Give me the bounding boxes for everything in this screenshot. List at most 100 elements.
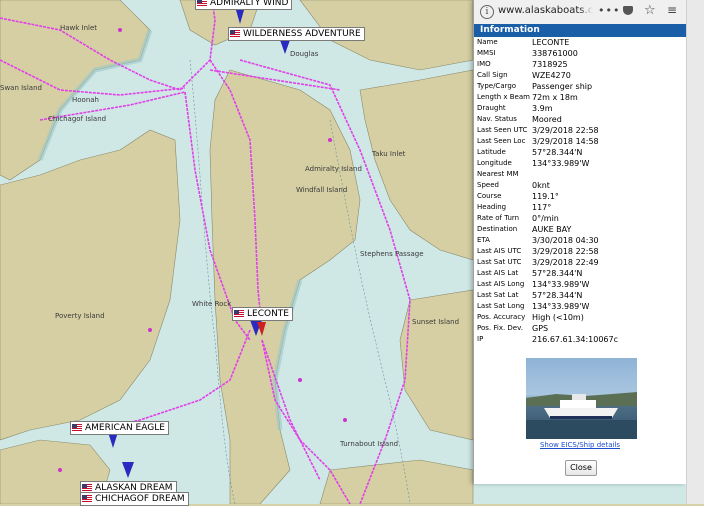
ship-label-text: ADMIRALTY WIND [210, 0, 289, 8]
info-row-value: 72m x 18m [532, 93, 578, 102]
info-row-label: Last AIS Lat [477, 269, 519, 277]
info-row: Last AIS UTC 3/29/2018 22:58 [474, 246, 686, 257]
info-row: IP 216.67.61.34:10067c [474, 334, 686, 345]
info-row-value: 3.9m [532, 104, 553, 113]
info-row-value: 3/29/2018 22:49 [532, 258, 599, 267]
info-row-label: Last Seen UTC [477, 126, 528, 134]
page-scrollbar[interactable] [686, 0, 704, 504]
info-row-label: Type/Cargo [477, 82, 517, 90]
ship-label-text: WILDERNESS ADVENTURE [243, 29, 361, 39]
information-header: Information [474, 24, 686, 37]
site-info-icon[interactable]: i [480, 5, 494, 19]
info-row: Last Sat Long 134°33.989'W [474, 301, 686, 312]
ship-photo[interactable] [526, 358, 637, 439]
info-row-value: 134°33.989'W [532, 302, 590, 311]
info-row: Destination AUKE BAY [474, 224, 686, 235]
us-flag-icon [230, 30, 240, 37]
info-row-value: High (<10m) [532, 313, 584, 322]
info-row-value: 3/29/2018 22:58 [532, 126, 599, 135]
place-label: Poverty Island [55, 312, 105, 320]
info-row: MMSI 338761000 [474, 48, 686, 59]
info-row-label: Draught [477, 104, 506, 112]
info-row: Draught 3.9m [474, 103, 686, 114]
us-flag-icon [197, 0, 207, 6]
info-row-label: IMO [477, 60, 491, 68]
info-row: ETA 3/30/2018 04:30 [474, 235, 686, 246]
info-row: Heading 117° [474, 202, 686, 213]
info-row-value: 3/29/2018 14:58 [532, 137, 599, 146]
info-row-value: 57°28.344'N [532, 148, 583, 157]
info-row-value: 57°28.344'N [532, 291, 583, 300]
bookmark-star-icon[interactable]: ☆ [644, 3, 656, 18]
info-row: Last Sat Lat 57°28.344'N [474, 290, 686, 301]
info-row-value: 117° [532, 203, 552, 212]
info-row: Rate of Turn 0°/min [474, 213, 686, 224]
place-label: Hawk Inlet [60, 24, 98, 32]
us-flag-icon [82, 495, 92, 502]
ship-label-wilderness-adventure[interactable]: WILDERNESS ADVENTURE [228, 27, 365, 41]
ship-photo-image [526, 392, 637, 439]
place-label: Turnabout Island [340, 440, 399, 448]
info-row-label: Rate of Turn [477, 214, 520, 222]
info-row-value: 0°/min [532, 214, 559, 223]
pocket-icon[interactable] [623, 6, 633, 15]
info-row: Course 119.1° [474, 191, 686, 202]
info-row-value: 338761000 [532, 49, 578, 58]
ship-label-text: LECONTE [247, 309, 289, 319]
info-row: Nav. Status Moored [474, 114, 686, 125]
ship-label-text: AMERICAN EAGLE [85, 423, 165, 433]
info-row: Call Sign WZE4270 [474, 70, 686, 81]
info-row-label: Last Sat Lat [477, 291, 519, 299]
url-text[interactable]: www.alaskaboats.co [498, 5, 593, 16]
info-row-label: Last AIS UTC [477, 247, 522, 255]
ship-label-american-eagle[interactable]: AMERICAN EAGLE [70, 421, 169, 435]
info-row: Last AIS Lat 57°28.344'N [474, 268, 686, 279]
ship-label-admiralty-wind[interactable]: ADMIRALTY WIND [195, 0, 293, 10]
info-row-label: Last Seen Loc [477, 137, 526, 145]
info-row-label: MMSI [477, 49, 496, 57]
close-button[interactable]: Close [565, 460, 597, 476]
info-row: Nearest MM [474, 169, 686, 180]
place-label: Chichagof Island [48, 115, 107, 123]
info-row-value: WZE4270 [532, 71, 571, 80]
info-row: Latitude 57°28.344'N [474, 147, 686, 158]
info-row: IMO 7318925 [474, 59, 686, 70]
place-label: Stephens Passage [360, 250, 424, 258]
info-row-label: Nearest MM [477, 170, 519, 178]
info-row-label: IP [477, 335, 484, 343]
place-label: Hoonah [72, 96, 99, 104]
info-row: Last Seen UTC 3/29/2018 22:58 [474, 125, 686, 136]
us-flag-icon [234, 310, 244, 317]
vessel-info-popup: i www.alaskaboats.co ••• ☆ ≡ Information… [473, 0, 686, 484]
info-row-label: Speed [477, 181, 499, 189]
info-row: Length x Beam 72m x 18m [474, 92, 686, 103]
place-label: Sunset Island [412, 318, 460, 326]
more-actions-icon[interactable]: ••• [598, 4, 620, 17]
menu-icon[interactable]: ≡ [667, 3, 677, 17]
ship-details-link[interactable]: Show EICS/Ship details [474, 441, 686, 449]
info-row: Last Seen Loc 3/29/2018 14:58 [474, 136, 686, 147]
info-row-label: Destination [477, 225, 518, 233]
info-row-label: Longitude [477, 159, 512, 167]
browser-url-bar[interactable]: i www.alaskaboats.co ••• ☆ ≡ [474, 0, 686, 25]
info-row-label: Nav. Status [477, 115, 517, 123]
vessel-info-table: Name LECONTE MMSI 338761000 IMO 7318925 Call S… [474, 37, 686, 345]
info-row-value: 134°33.989'W [532, 159, 590, 168]
info-row: Pos. Fix. Dev. GPS [474, 323, 686, 334]
info-row: Speed 0knt [474, 180, 686, 191]
info-row-label: Length x Beam [477, 93, 530, 101]
info-row-label: Last Sat UTC [477, 258, 522, 266]
ship-label-leconte[interactable]: LECONTE [232, 307, 293, 321]
info-row-value: 119.1° [532, 192, 559, 201]
info-row-value: Moored [532, 115, 562, 124]
info-row-label: Course [477, 192, 502, 200]
info-row-value: 3/29/2018 22:58 [532, 247, 599, 256]
info-row-value: 57°28.344'N [532, 269, 583, 278]
info-row: Name LECONTE [474, 37, 686, 48]
info-row-value: AUKE BAY [532, 225, 572, 234]
info-row: Type/Cargo Passenger ship [474, 81, 686, 92]
info-row-value: 7318925 [532, 60, 568, 69]
place-label: White Rock [192, 300, 232, 308]
place-label: Windfall Island [296, 186, 348, 194]
info-row-label: Last Sat Long [477, 302, 525, 310]
